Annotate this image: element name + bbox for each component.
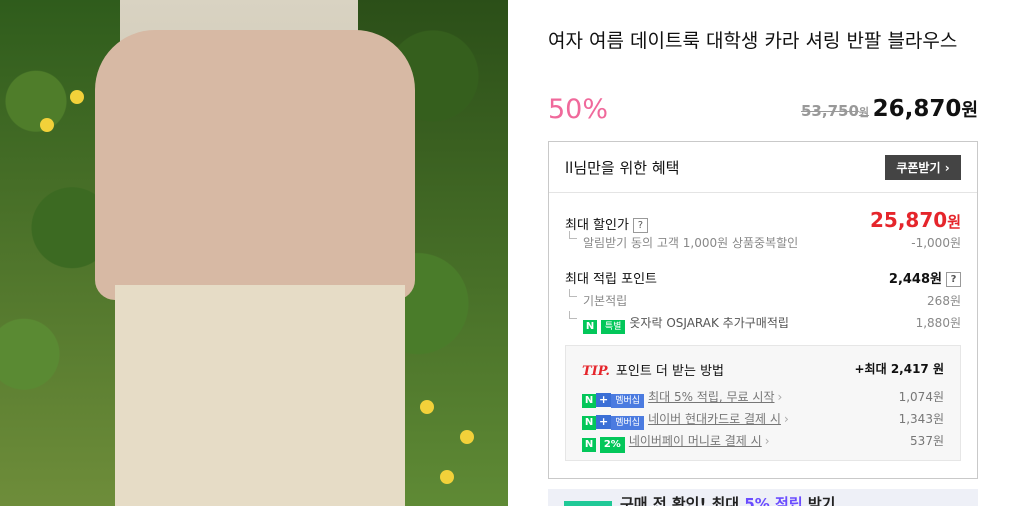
- help-icon[interactable]: ?: [946, 272, 961, 287]
- blouse-garment: [95, 30, 415, 300]
- membership-badge: 멤버십: [611, 416, 645, 430]
- plus-icon: +: [596, 415, 612, 429]
- chevron-right-icon: ›: [944, 160, 950, 175]
- product-title: 여자 여름 데이트룩 대학생 카라 셔링 반팔 블라우스: [548, 30, 958, 52]
- product-photo: [0, 0, 508, 506]
- percent-badge: 2%: [599, 437, 625, 453]
- max-discount-price: 25,870원: [870, 208, 961, 232]
- original-price-value: 53,750: [801, 102, 859, 120]
- coupon-button-label: 쿠폰받기: [896, 161, 941, 175]
- original-price: 53,750원: [801, 102, 869, 120]
- tip-title: TIP. 포인트 더 받는 방법: [582, 360, 724, 379]
- basic-points-label: 기본적립: [583, 294, 628, 308]
- coupon-button[interactable]: 쿠폰받기 ›: [885, 155, 961, 180]
- special-tag: 특별: [600, 320, 626, 334]
- banner-text-a: 구매 전 확인! 최대: [620, 495, 745, 506]
- chevron-right-icon: ›: [783, 412, 789, 426]
- extra-points-value: 1,880원: [915, 316, 961, 330]
- bottom-banner[interactable]: 구매 전 확인! 최대 5% 적립 받기: [548, 489, 978, 506]
- basic-points-value: 268원: [927, 294, 961, 308]
- sale-price: 26,870원: [873, 96, 978, 122]
- flower: [40, 118, 54, 132]
- plus-icon: +: [596, 393, 612, 407]
- flower: [420, 400, 434, 414]
- tip-row-label[interactable]: 네이버페이 머니로 결제 시: [629, 434, 762, 448]
- tip-max: +최대 2,417 원: [854, 362, 945, 376]
- skirt-garment: [115, 285, 405, 506]
- sale-price-value: 26,870: [872, 96, 962, 122]
- max-discount-value: 25,870: [870, 208, 948, 232]
- benefit-heading: ll님만을 위한 혜택: [565, 159, 680, 177]
- tree-branch-icon: [569, 311, 577, 319]
- naver-n-icon: N: [583, 320, 597, 334]
- flower: [440, 470, 454, 484]
- extra-points-label: 옷자락 OSJARAK 추가구매적립: [629, 316, 789, 330]
- tree-branch-icon: [569, 231, 577, 239]
- max-discount-unit: 원: [947, 213, 961, 231]
- banner-accent-bar: [564, 501, 612, 506]
- original-price-unit: 원: [858, 106, 870, 119]
- tip-title-text: 포인트 더 받는 방법: [615, 364, 724, 379]
- naver-n-icon: N: [582, 394, 596, 408]
- banner-text-b: 받기: [802, 495, 836, 506]
- tip-row-label[interactable]: 네이버 현대카드로 결제 시: [648, 412, 781, 426]
- help-icon[interactable]: ?: [632, 218, 648, 233]
- max-points-row: 최대 적립 포인트 2,448원?: [565, 268, 961, 288]
- naver-n-icon: N: [582, 438, 596, 452]
- discount-rate: 50%: [548, 94, 609, 125]
- chevron-right-icon: ›: [777, 390, 783, 404]
- chevron-right-icon: ›: [764, 434, 770, 448]
- max-points-wrap: 2,448원?: [889, 268, 961, 287]
- membership-badge: 멤버십: [611, 394, 645, 408]
- benefit-box: ll님만을 위한 혜택 쿠폰받기 › 최대 할인가? 25,870원 알림받기 …: [548, 141, 978, 479]
- naver-n-icon: N: [582, 416, 596, 430]
- flower: [70, 90, 84, 104]
- max-points-label: 최대 적립 포인트: [565, 272, 657, 287]
- tip-row-value: 1,343원: [898, 412, 944, 426]
- tip-box: TIP. 포인트 더 받는 방법 +최대 2,417 원 N + 멤버십 최대 5% 적…: [565, 345, 961, 461]
- tip-row-value: 1,074원: [898, 390, 944, 404]
- max-points-value: 2,448원: [888, 272, 942, 287]
- max-discount-row: 최대 할인가? 25,870원: [565, 208, 961, 234]
- tip-row-label[interactable]: 최대 5% 적립, 무료 시작: [648, 390, 774, 404]
- tree-branch-icon: [569, 289, 577, 297]
- sale-price-unit: 원: [961, 100, 978, 121]
- banner-highlight: 5% 적립: [744, 495, 803, 506]
- divider: [549, 192, 977, 193]
- banner-text: 구매 전 확인! 최대 5% 적립 받기: [620, 493, 835, 506]
- tip-word: TIP.: [582, 364, 610, 379]
- alarm-value: -1,000원: [911, 236, 961, 250]
- alarm-label: 알림받기 동의 고객 1,000원 상품중복할인: [583, 236, 799, 250]
- flower: [460, 430, 474, 444]
- tip-row-value: 537원: [910, 434, 944, 448]
